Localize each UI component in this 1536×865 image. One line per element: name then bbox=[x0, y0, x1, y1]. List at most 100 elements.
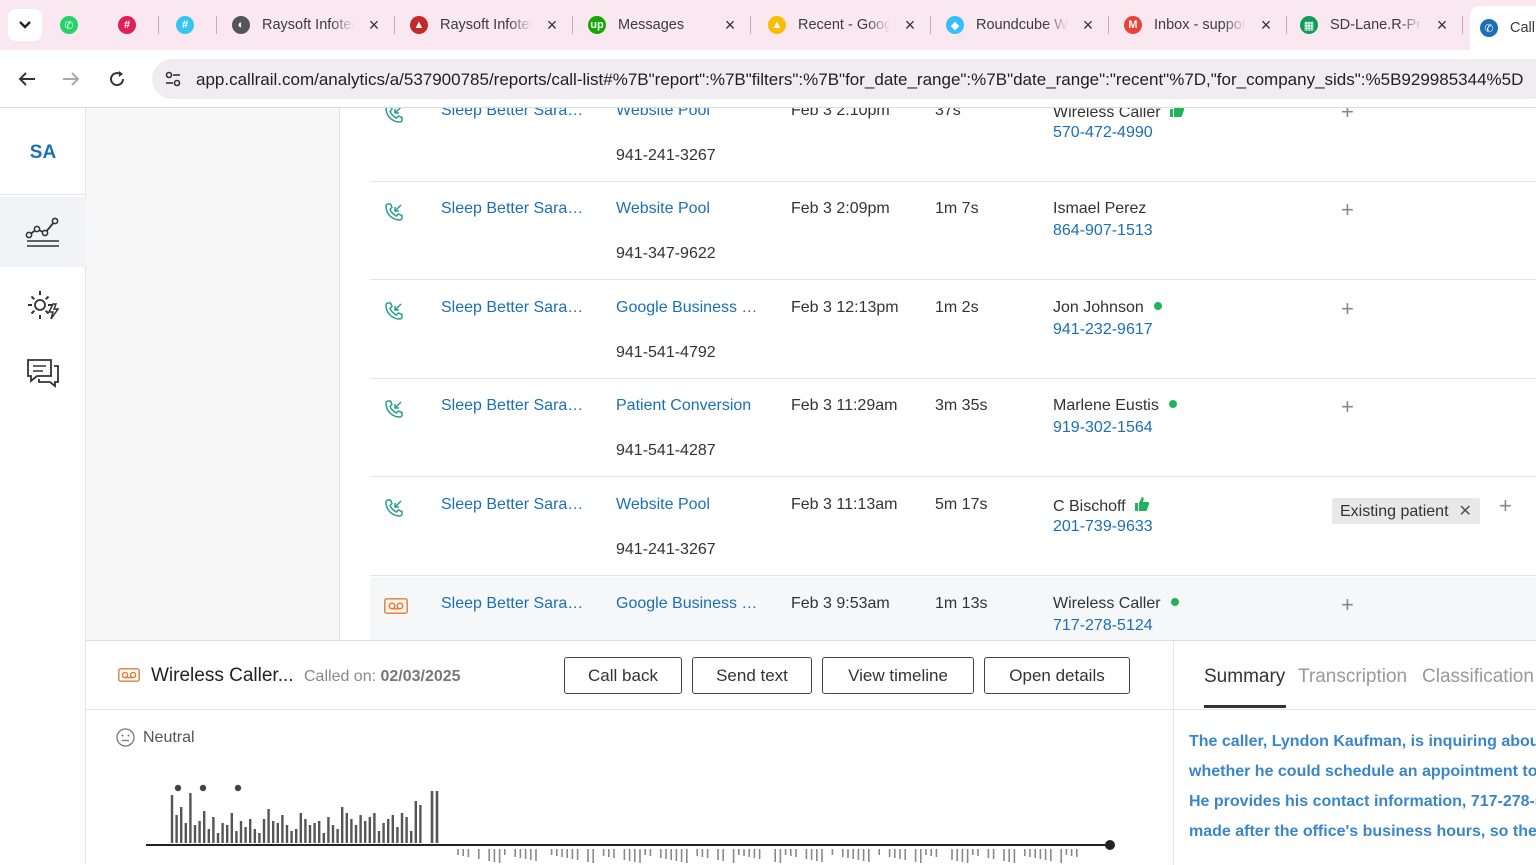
inbound-call-icon bbox=[384, 108, 404, 129]
call-date: Feb 3 11:13am bbox=[791, 496, 898, 513]
sidebar-item-conversations[interactable] bbox=[0, 338, 86, 408]
browser-tab-title: Roundcube Webmail bbox=[976, 17, 1068, 33]
company-link[interactable]: Sleep Better Sarasota bbox=[441, 595, 591, 613]
tab-transcription[interactable]: Transcription bbox=[1298, 666, 1407, 688]
browser-tab[interactable]: ▦ SD-Lane.R-Pro × bbox=[1300, 8, 1450, 42]
close-tab-icon[interactable]: × bbox=[722, 15, 738, 36]
company-link[interactable]: Sleep Better Sarasota bbox=[441, 397, 591, 415]
source-link[interactable]: Patient Conversion bbox=[616, 397, 762, 415]
source-link[interactable]: Google Business Profile bbox=[616, 595, 762, 613]
reload-button[interactable] bbox=[102, 64, 132, 94]
url-omnibox[interactable]: app.callrail.com/analytics/a/537900785/r… bbox=[152, 59, 1536, 99]
caller-phone-link[interactable]: 570-472-4990 bbox=[1053, 124, 1153, 142]
caller-name: Wireless Caller bbox=[1053, 108, 1185, 123]
add-tag-button[interactable]: + bbox=[1341, 108, 1354, 125]
table-row[interactable]: Sleep Better Sarasota Website Pool 941-241… bbox=[370, 108, 1536, 182]
company-link[interactable]: Sleep Better Sarasota bbox=[441, 200, 591, 218]
company-link[interactable]: Sleep Better Sarasota bbox=[441, 299, 591, 317]
called-on: Called on: 02/03/2025 bbox=[304, 668, 461, 686]
table-row[interactable]: Sleep Better Sarasota Google Business Pro… bbox=[370, 281, 1536, 379]
send-text-button[interactable]: Send text bbox=[692, 657, 812, 694]
voicemail-icon bbox=[384, 598, 408, 619]
tab-classification[interactable]: Classification bbox=[1422, 666, 1534, 688]
close-tab-icon[interactable]: × bbox=[366, 15, 382, 36]
add-tag-button[interactable]: + bbox=[1341, 296, 1354, 322]
browser-tab[interactable]: # bbox=[118, 8, 146, 42]
forward-button[interactable] bbox=[56, 64, 86, 94]
caller-phone-link[interactable]: 919-302-1564 bbox=[1053, 419, 1153, 437]
caller-name: Ismael Perez bbox=[1053, 200, 1146, 218]
call-duration: 3m 35s bbox=[935, 397, 988, 414]
sidebar-item-settings[interactable] bbox=[0, 270, 86, 340]
site-settings-icon[interactable] bbox=[164, 70, 182, 93]
company-link[interactable]: Sleep Better Sarasota bbox=[441, 108, 591, 120]
browser-tab[interactable]: up Messages × bbox=[588, 8, 738, 42]
new-caller-dot bbox=[1168, 400, 1177, 408]
inbound-call-icon bbox=[384, 498, 404, 523]
whatsapp-icon: ✆ bbox=[60, 16, 78, 34]
add-tag-button[interactable]: + bbox=[1341, 394, 1354, 420]
arrow-left-icon bbox=[18, 72, 35, 86]
browser-tab[interactable]: ◐ Raysoft Infotech × bbox=[232, 8, 382, 42]
source-link[interactable]: Google Business Profile bbox=[616, 299, 762, 317]
browser-tab[interactable]: ✆ bbox=[60, 8, 88, 42]
tracking-number: 941-541-4287 bbox=[616, 442, 716, 459]
remove-tag-icon[interactable]: ✕ bbox=[1459, 503, 1472, 520]
arrow-right-icon bbox=[63, 72, 80, 86]
call-date: Feb 3 11:29am bbox=[791, 397, 898, 414]
close-tab-icon[interactable]: × bbox=[544, 15, 560, 36]
playhead-end-marker bbox=[1105, 840, 1115, 850]
call-duration: 5m 17s bbox=[935, 496, 988, 513]
add-tag-button[interactable]: + bbox=[1499, 493, 1512, 519]
graduation-cap-icon: ▲ bbox=[410, 16, 428, 34]
gmail-icon: M bbox=[1124, 16, 1142, 34]
caller-name-text: Ismael Perez bbox=[1053, 200, 1147, 217]
tab-search-button[interactable] bbox=[8, 9, 42, 41]
add-tag-button[interactable]: + bbox=[1341, 197, 1354, 223]
close-tab-icon[interactable]: × bbox=[1434, 15, 1450, 36]
browser-tab[interactable]: M Inbox - support × bbox=[1124, 8, 1274, 42]
table-row[interactable]: Sleep Better Sarasota Google Business Pro… bbox=[370, 577, 1536, 640]
browser-tab[interactable]: ◆ Roundcube Webmail × bbox=[946, 8, 1096, 42]
tracking-number: 941-241-3267 bbox=[616, 147, 716, 164]
browser-tab[interactable]: ✆ Call bbox=[1470, 6, 1536, 50]
browser-tab[interactable]: ▲ Raysoft Infotech × bbox=[410, 8, 560, 42]
call-summary-text: The caller, Lyndon Kaufman, is inquiring… bbox=[1189, 727, 1536, 847]
browser-tab[interactable]: ▲ Recent - Google Drive × bbox=[768, 8, 918, 42]
caller-name-text: Marlene Eustis bbox=[1053, 397, 1159, 414]
caller-name: C Bischoff bbox=[1053, 496, 1150, 517]
audio-waveform[interactable] bbox=[142, 781, 1122, 865]
inbound-call-icon bbox=[384, 202, 404, 227]
roundcube-icon: ◆ bbox=[946, 16, 964, 34]
open-details-button[interactable]: Open details bbox=[984, 657, 1130, 694]
add-tag-button[interactable]: + bbox=[1341, 592, 1354, 618]
call-duration: 1m 7s bbox=[935, 200, 979, 217]
account-logo[interactable]: SA bbox=[0, 142, 86, 164]
table-row[interactable]: Sleep Better Sarasota Patient Conversion 9… bbox=[370, 379, 1536, 477]
call-duration: 1m 13s bbox=[935, 595, 988, 612]
caller-phone-link[interactable]: 201-739-9633 bbox=[1053, 518, 1153, 536]
source-link[interactable]: Website Pool bbox=[616, 108, 762, 120]
call-back-button[interactable]: Call back bbox=[564, 657, 682, 694]
back-button[interactable] bbox=[12, 64, 42, 94]
tab-summary[interactable]: Summary bbox=[1204, 666, 1285, 688]
close-tab-icon[interactable]: × bbox=[902, 15, 918, 36]
source-link[interactable]: Website Pool bbox=[616, 496, 762, 514]
table-row[interactable]: Sleep Better Sarasota Website Pool 941-347… bbox=[370, 182, 1536, 280]
sidebar-divider bbox=[0, 194, 86, 195]
call-detail-header: Wireless Caller... Called on: 02/03/2025… bbox=[86, 641, 1173, 710]
google-drive-icon: ▲ bbox=[768, 16, 786, 34]
tab-separator bbox=[930, 16, 931, 34]
caller-phone-link[interactable]: 864-907-1513 bbox=[1053, 222, 1153, 240]
close-tab-icon[interactable]: × bbox=[1080, 15, 1096, 36]
source-link[interactable]: Website Pool bbox=[616, 200, 762, 218]
browser-tab[interactable]: # bbox=[176, 8, 204, 42]
table-row[interactable]: Sleep Better Sarasota Website Pool 941-241… bbox=[370, 478, 1536, 576]
sidebar-item-analytics[interactable] bbox=[0, 197, 86, 267]
browser-tab-title: Inbox - support bbox=[1154, 17, 1246, 33]
company-link[interactable]: Sleep Better Sarasota bbox=[441, 496, 591, 514]
close-tab-icon[interactable]: × bbox=[1258, 15, 1274, 36]
caller-phone-link[interactable]: 717-278-5124 bbox=[1053, 617, 1153, 635]
view-timeline-button[interactable]: View timeline bbox=[822, 657, 974, 694]
caller-phone-link[interactable]: 941-232-9617 bbox=[1053, 321, 1153, 339]
